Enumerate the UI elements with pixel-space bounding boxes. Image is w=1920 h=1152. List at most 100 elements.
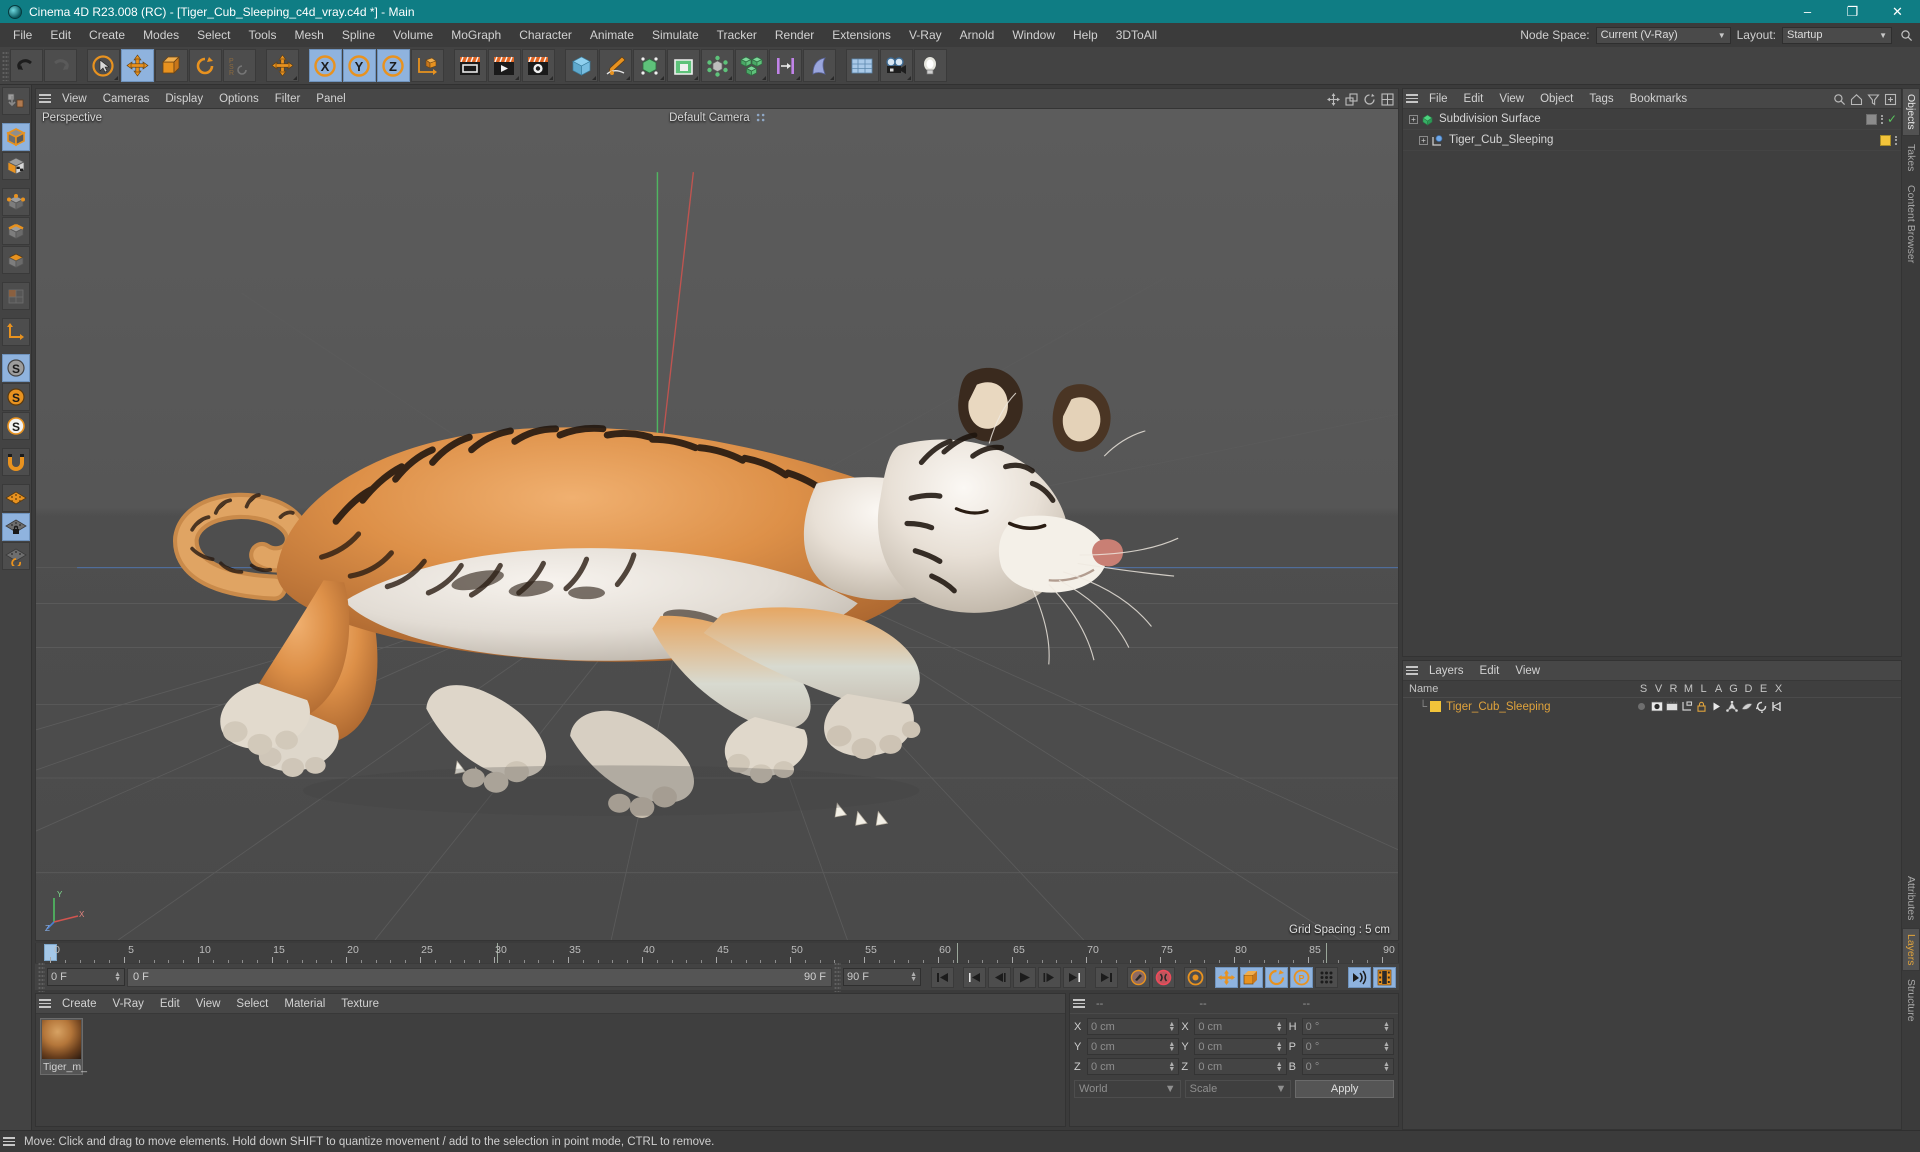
object-row-tiger-cub-sleeping[interactable]: + Tiger_Cub_Sleeping — [1403, 130, 1901, 151]
menu-tools[interactable]: Tools — [239, 23, 285, 47]
object-menu-edit[interactable]: Edit — [1456, 89, 1492, 109]
coord-pos-z-field[interactable]: 0 cm ▲ ▼ — [1087, 1058, 1180, 1075]
spinner-icon[interactable]: ▲ ▼ — [1383, 1061, 1390, 1073]
hamburger-icon[interactable] — [1403, 661, 1421, 681]
go-to-end-icon[interactable] — [1095, 966, 1118, 988]
camera-icon[interactable] — [879, 49, 913, 82]
spinner-icon[interactable]: ▲ ▼ — [910, 971, 917, 983]
timeline-grip[interactable] — [38, 962, 45, 992]
parameter-key-icon[interactable]: P — [1290, 966, 1313, 988]
vtab-content-browser[interactable]: Content Browser — [1902, 179, 1920, 269]
deformer-icon[interactable] — [632, 49, 666, 82]
axis-y-lock-button[interactable]: Y — [342, 49, 376, 82]
material-item[interactable]: Tiger_m_ — [40, 1018, 87, 1075]
spinner-icon[interactable]: ▲ ▼ — [1276, 1061, 1283, 1073]
make-editable-icon[interactable] — [1, 87, 30, 115]
material-menu-edit[interactable]: Edit — [152, 994, 188, 1014]
layers-col-x[interactable]: X — [1771, 683, 1786, 695]
vtab-objects[interactable]: Objects — [1902, 88, 1920, 136]
layer-color-swatch[interactable] — [1430, 701, 1442, 712]
menu-mesh[interactable]: Mesh — [285, 23, 332, 47]
material-menu-material[interactable]: Material — [276, 994, 333, 1014]
object-tag-swatch[interactable] — [1865, 113, 1877, 125]
scale-key-icon[interactable] — [1240, 966, 1263, 988]
object-dots-icon[interactable] — [1895, 135, 1897, 145]
menu-extensions[interactable]: Extensions — [823, 23, 900, 47]
step-back-icon[interactable] — [988, 966, 1011, 988]
live-selection-icon[interactable] — [86, 49, 120, 82]
psr-icon[interactable]: PSR — [222, 49, 256, 82]
layers-col-g[interactable]: G — [1726, 683, 1741, 695]
maximize-button[interactable]: ❐ — [1830, 0, 1875, 23]
magnet-icon[interactable] — [1, 448, 30, 476]
vtab-structure[interactable]: Structure — [1902, 973, 1920, 1028]
object-tree[interactable]: + Subdivision Surface ✓ + Tiger_Cub_Slee… — [1403, 109, 1901, 656]
viewport-maximize-icon[interactable] — [1381, 92, 1394, 106]
keyframe-selection-icon[interactable] — [1184, 966, 1207, 988]
menu-3dtoall[interactable]: 3DToAll — [1107, 23, 1166, 47]
viewport-menu-cameras[interactable]: Cameras — [95, 89, 158, 109]
nurbs-icon[interactable] — [802, 49, 836, 82]
menu-character[interactable]: Character — [510, 23, 581, 47]
vtab-attributes[interactable]: Attributes — [1902, 870, 1920, 926]
viewport-scale-icon[interactable] — [1345, 92, 1358, 106]
layer-visible-icon[interactable] — [1651, 701, 1666, 712]
selection-s-icon[interactable]: S — [1, 383, 30, 411]
object-axis-icon[interactable] — [1, 318, 30, 346]
coord-system-select[interactable]: World ▼ — [1074, 1080, 1181, 1098]
new-window-icon[interactable] — [1884, 93, 1897, 106]
step-forward-icon[interactable] — [1038, 966, 1061, 988]
model-mode-icon[interactable] — [1, 123, 30, 151]
menu-spline[interactable]: Spline — [333, 23, 384, 47]
render-settings-icon[interactable] — [521, 49, 555, 82]
node-space-select[interactable]: Current (V-Ray) ▼ — [1595, 26, 1731, 44]
viewport-menu-display[interactable]: Display — [157, 89, 211, 109]
layer-animation-icon[interactable] — [1711, 701, 1726, 712]
object-menu-view[interactable]: View — [1491, 89, 1532, 109]
spinner-icon[interactable]: ▲ ▼ — [1168, 1041, 1175, 1053]
layers-menu-edit[interactable]: Edit — [1472, 661, 1508, 681]
object-row-subdivision-surface[interactable]: + Subdivision Surface ✓ — [1403, 109, 1901, 130]
vtab-takes[interactable]: Takes — [1902, 138, 1920, 177]
menu-vray[interactable]: V-Ray — [900, 23, 951, 47]
generator-icon[interactable] — [666, 49, 700, 82]
menu-window[interactable]: Window — [1003, 23, 1064, 47]
spline-pen-icon[interactable] — [598, 49, 632, 82]
layer-deformer-icon[interactable] — [1741, 701, 1756, 713]
layers-col-d[interactable]: D — [1741, 683, 1756, 695]
floor-icon[interactable] — [845, 49, 879, 82]
undo-icon[interactable] — [9, 49, 43, 82]
layers-menu-view[interactable]: View — [1507, 661, 1548, 681]
perspective-viewport[interactable]: Y X Z Perspective Default Camera Grid Sp… — [35, 108, 1399, 941]
spinner-icon[interactable]: ▲ ▼ — [1383, 1021, 1390, 1033]
sound-icon[interactable] — [1348, 966, 1371, 988]
coord-pos-y-field[interactable]: 0 cm ▲ ▼ — [1087, 1038, 1180, 1055]
world-object-axis-icon[interactable] — [410, 49, 444, 82]
coord-rot-p-field[interactable]: 0 ° ▲ ▼ — [1301, 1038, 1394, 1055]
timeline-grip-2[interactable] — [834, 962, 841, 992]
material-menu-create[interactable]: Create — [54, 994, 105, 1014]
mograph-cloner-icon[interactable] — [734, 49, 768, 82]
layers-col-a[interactable]: A — [1711, 683, 1726, 695]
menu-create[interactable]: Create — [80, 23, 134, 47]
object-menu-object[interactable]: Object — [1532, 89, 1581, 109]
layout-select[interactable]: Startup ▼ — [1782, 26, 1892, 44]
light-icon[interactable] — [913, 49, 947, 82]
axis-x-lock-button[interactable]: X — [308, 49, 342, 82]
workplane-icon[interactable] — [1, 484, 30, 512]
menu-tracker[interactable]: Tracker — [708, 23, 766, 47]
rotate-tool-icon[interactable] — [188, 49, 222, 82]
layers-col-e[interactable]: E — [1756, 683, 1771, 695]
coord-pos-x-field[interactable]: 0 cm ▲ ▼ — [1087, 1018, 1180, 1035]
move-world-icon[interactable] — [265, 49, 299, 82]
coord-scale-select[interactable]: Scale ▼ — [1184, 1080, 1292, 1098]
selection-s-outline-icon[interactable]: S — [1, 412, 30, 440]
object-dots-icon[interactable] — [1880, 114, 1883, 124]
object-enable-check[interactable]: ✓ — [1887, 112, 1897, 126]
spinner-icon[interactable]: ▲ ▼ — [1168, 1061, 1175, 1073]
coord-size-z-field[interactable]: 0 cm ▲ ▼ — [1194, 1058, 1287, 1075]
menu-file[interactable]: File — [4, 23, 41, 47]
enable-axis-icon[interactable]: S — [1, 354, 30, 382]
spinner-icon[interactable]: ▲ ▼ — [1383, 1041, 1390, 1053]
vtab-layers[interactable]: Layers — [1902, 927, 1920, 972]
